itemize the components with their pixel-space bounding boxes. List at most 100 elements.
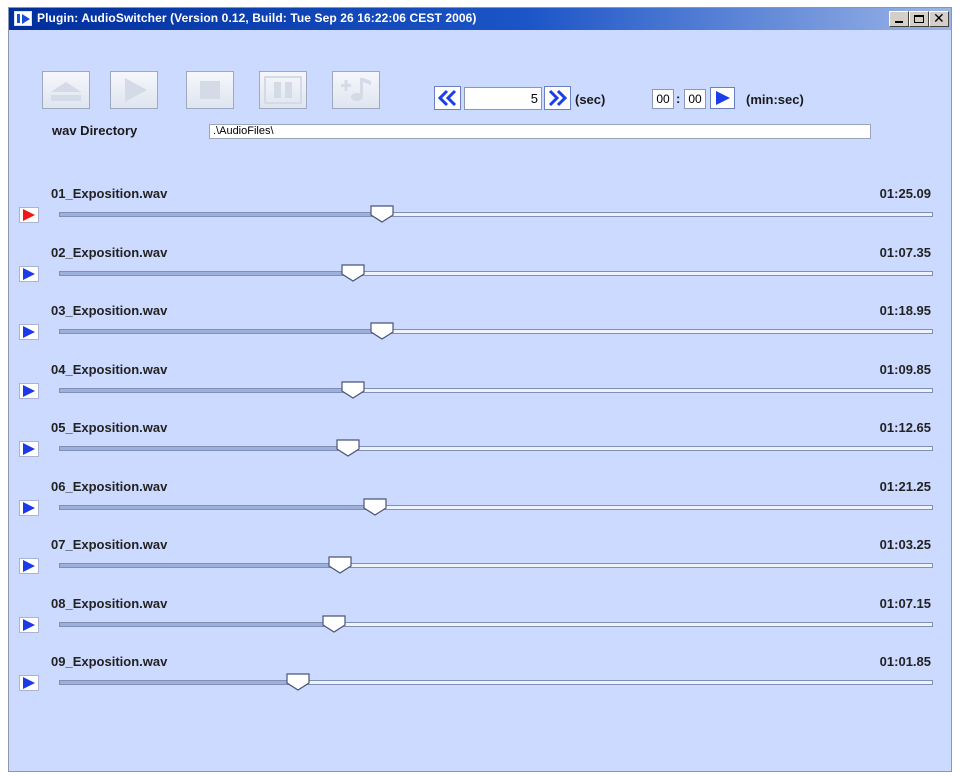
track-play-button[interactable] <box>19 324 39 340</box>
time-colon: : <box>676 91 681 106</box>
minimize-icon <box>895 21 903 23</box>
eject-button[interactable] <box>42 71 90 109</box>
slider-thumb[interactable] <box>322 614 346 633</box>
minsec-unit-label: (min:sec) <box>746 92 804 107</box>
wav-directory-input[interactable]: .\AudioFiles\ <box>209 124 871 139</box>
play-icon <box>23 618 35 631</box>
track-row: 06_Exposition.wav 01:21.25 <box>9 479 951 537</box>
seconds-input[interactable]: 5 <box>464 87 542 110</box>
maximize-button[interactable] <box>909 11 929 27</box>
track-play-button[interactable] <box>19 441 39 457</box>
track-play-button[interactable] <box>19 616 39 633</box>
slider-fill <box>59 621 335 627</box>
pause-icon <box>264 76 302 104</box>
track-name: 09_Exposition.wav <box>51 654 168 669</box>
track-position-slider[interactable] <box>59 497 933 516</box>
add-music-icon <box>341 78 371 101</box>
track-position-slider[interactable] <box>59 205 933 223</box>
slider-thumb[interactable] <box>336 439 360 457</box>
close-icon: ✕ <box>933 11 945 27</box>
stop-button[interactable] <box>186 71 234 109</box>
eject-icon <box>51 82 81 101</box>
play-icon <box>23 267 35 280</box>
play-icon <box>23 209 35 221</box>
slider-fill <box>59 212 382 217</box>
play-icon <box>125 78 147 102</box>
track-name: 03_Exposition.wav <box>51 303 168 318</box>
track-duration: 01:21.25 <box>879 478 931 494</box>
track-duration: 01:25.09 <box>879 186 931 201</box>
track-play-button[interactable] <box>19 675 39 691</box>
double-chevron-right-icon <box>548 89 568 107</box>
rewind-button[interactable] <box>434 86 461 110</box>
track-position-slider[interactable] <box>59 614 933 633</box>
double-chevron-left-icon <box>437 89 457 107</box>
play-button[interactable] <box>110 71 158 109</box>
title-bar[interactable]: Plugin: AudioSwitcher (Version 0.12, Bui… <box>9 8 951 30</box>
track-row: 05_Exposition.wav 01:12.65 <box>9 420 951 478</box>
track-play-button[interactable] <box>19 207 39 223</box>
track-row: 03_Exposition.wav 01:18.95 <box>9 303 951 361</box>
minutes-field[interactable]: 00 <box>652 89 674 109</box>
track-duration: 01:12.65 <box>879 420 931 435</box>
play-icon <box>23 560 35 572</box>
play-icon <box>716 91 730 105</box>
track-duration: 01:07.35 <box>879 244 931 260</box>
track-position-slider[interactable] <box>59 322 933 340</box>
track-row: 01_Exposition.wav 01:25.09 <box>9 186 951 244</box>
stop-icon <box>200 81 220 99</box>
track-name: 08_Exposition.wav <box>51 595 168 611</box>
audioswitcher-window: Plugin: AudioSwitcher (Version 0.12, Bui… <box>8 7 952 772</box>
slider-fill <box>59 387 353 393</box>
add-music-button[interactable] <box>332 71 380 109</box>
track-row: 07_Exposition.wav 01:03.25 <box>9 537 951 595</box>
slider-fill <box>59 270 353 276</box>
track-row: 02_Exposition.wav 01:07.35 <box>9 245 951 303</box>
track-name: 02_Exposition.wav <box>51 244 168 260</box>
track-duration: 01:18.95 <box>879 303 931 318</box>
close-button[interactable]: ✕ <box>929 11 949 27</box>
track-play-button[interactable] <box>19 558 39 574</box>
slider-fill <box>59 329 382 334</box>
play-icon <box>23 677 35 689</box>
track-name: 07_Exposition.wav <box>51 537 168 552</box>
slider-fill <box>59 563 340 568</box>
track-play-button[interactable] <box>19 382 39 399</box>
track-play-button[interactable] <box>19 265 39 282</box>
slider-fill <box>59 504 376 510</box>
pause-button[interactable] <box>259 71 307 109</box>
track-name: 05_Exposition.wav <box>51 420 168 435</box>
slider-thumb[interactable] <box>286 673 311 691</box>
jump-to-time-button[interactable] <box>710 87 735 109</box>
track-name: 04_Exposition.wav <box>51 361 168 377</box>
track-duration: 01:09.85 <box>879 361 931 377</box>
track-duration: 01:01.85 <box>879 654 931 669</box>
wav-directory-label: wav Directory <box>52 123 138 138</box>
minimize-button[interactable] <box>889 11 909 27</box>
track-position-slider[interactable] <box>59 556 933 574</box>
seconds-field[interactable]: 00 <box>684 89 706 109</box>
track-position-slider[interactable] <box>59 673 933 691</box>
slider-thumb[interactable] <box>341 263 365 282</box>
slider-thumb[interactable] <box>369 205 394 223</box>
track-row: 08_Exposition.wav 01:07.15 <box>9 596 951 654</box>
track-row: 04_Exposition.wav 01:09.85 <box>9 362 951 420</box>
track-name: 01_Exposition.wav <box>51 186 168 201</box>
track-duration: 01:03.25 <box>879 537 931 552</box>
forward-button[interactable] <box>544 86 571 110</box>
track-position-slider[interactable] <box>59 263 933 282</box>
maximize-icon <box>914 15 924 23</box>
seconds-unit-label: (sec) <box>575 92 606 107</box>
slider-thumb[interactable] <box>341 380 365 399</box>
track-position-slider[interactable] <box>59 380 933 399</box>
track-position-slider[interactable] <box>59 439 933 457</box>
app-icon <box>14 11 32 26</box>
slider-fill <box>59 446 349 451</box>
window-title: Plugin: AudioSwitcher (Version 0.12, Bui… <box>37 11 477 25</box>
slider-thumb[interactable] <box>327 556 352 574</box>
slider-thumb[interactable] <box>369 322 394 340</box>
slider-thumb[interactable] <box>363 497 387 516</box>
play-icon <box>23 384 35 397</box>
track-row: 09_Exposition.wav 01:01.85 <box>9 654 951 712</box>
track-play-button[interactable] <box>19 499 39 516</box>
